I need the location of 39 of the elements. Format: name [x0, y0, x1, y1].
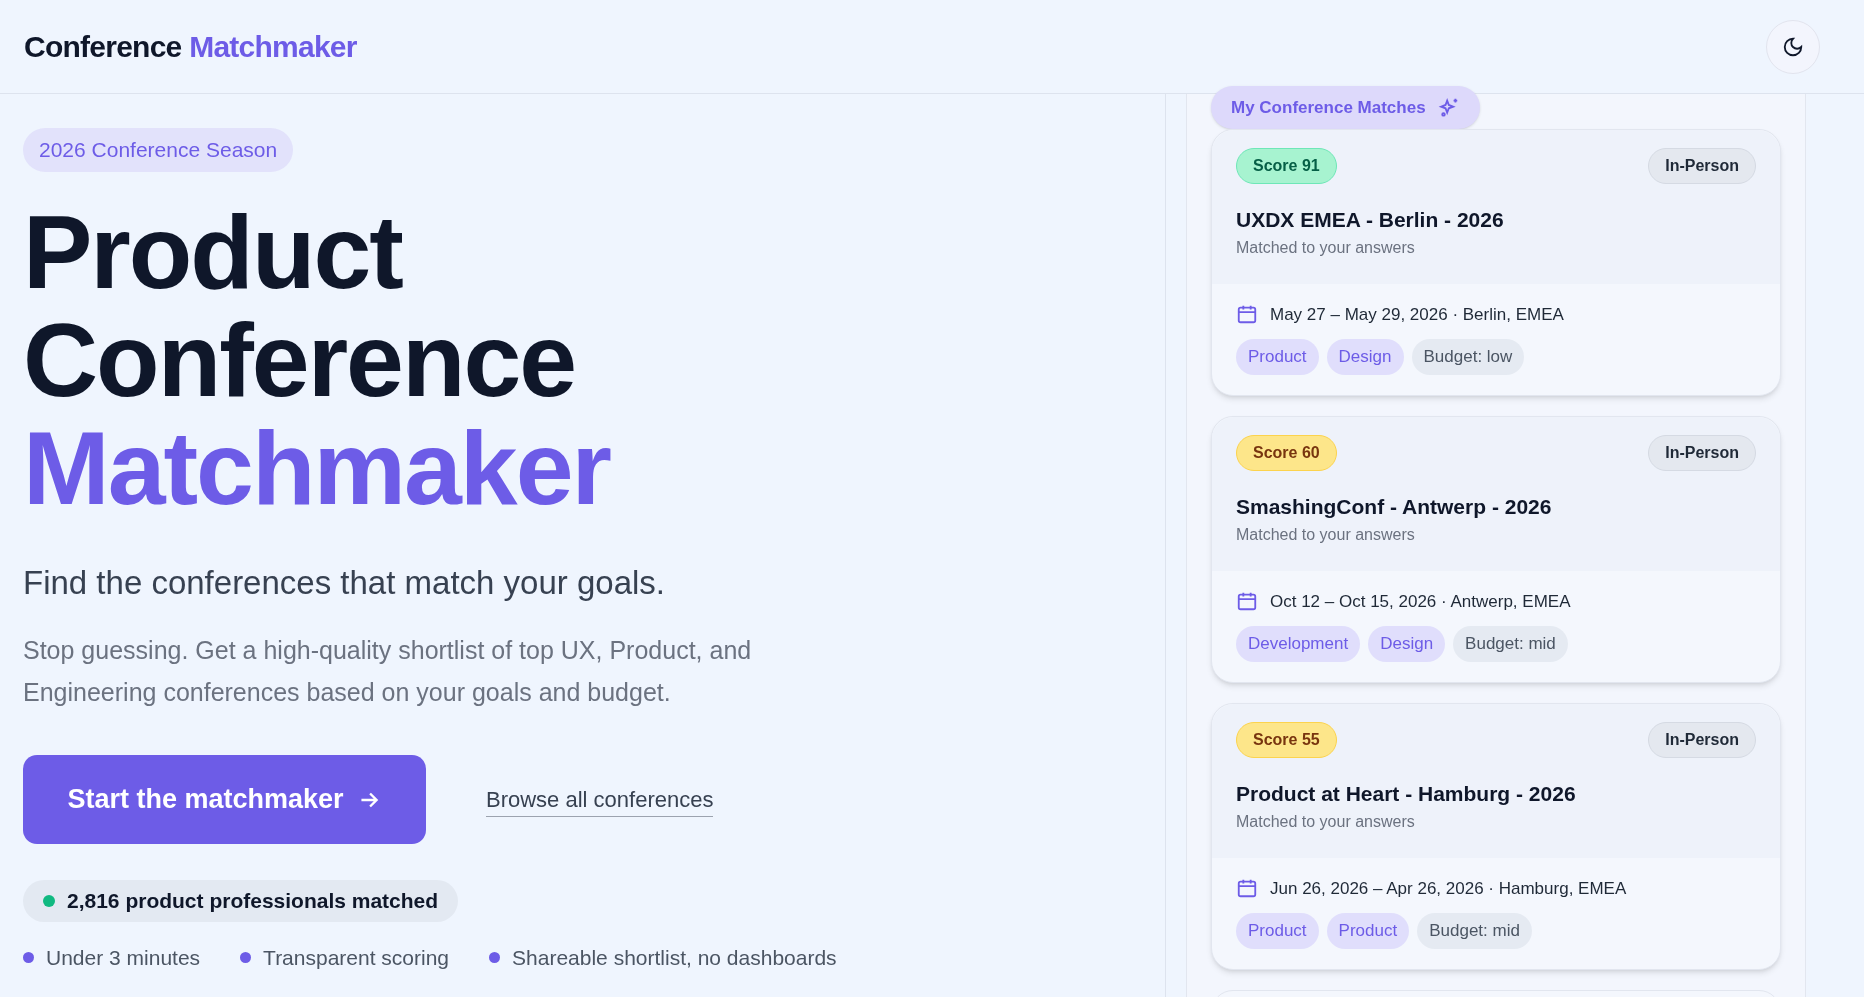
score-badge: Score 91: [1236, 148, 1337, 184]
date-location-text: May 27 – May 29, 2026 · Berlin, EMEA: [1270, 303, 1564, 326]
tag-chip: Budget: low: [1411, 339, 1525, 375]
format-badge: In-Person: [1648, 148, 1756, 184]
season-badge: 2026 Conference Season: [23, 128, 294, 172]
date-location-text: Oct 12 – Oct 15, 2026 · Antwerp, EMEA: [1270, 590, 1571, 613]
hero-description: Stop guessing. Get a high-quality shortlist of top UX, Product, and Engineering conferences based on your goals and budget.: [23, 635, 753, 708]
conference-name: SmashingConf - Antwerp - 2026: [1236, 494, 1553, 520]
format-badge: In-Person: [1648, 435, 1756, 471]
brand-logo[interactable]: Conference Matchmaker: [24, 24, 357, 69]
tag-chip: Budget: mid: [1417, 913, 1532, 949]
start-matchmaker-button[interactable]: Start the matchmaker: [23, 755, 426, 844]
conference-card[interactable]: Score 55 In-Person Product at Heart - Hamburg - 2026 Matched to your answers Jun 26, 2026 – Apr 26, 2026 · Hamburg, EMEA Product Product Budget: mid: [1211, 703, 1781, 970]
feature-text: Shareable shortlist, no dashboards: [512, 945, 837, 971]
date-location-text: Jun 26, 2026 – Apr 26, 2026 · Hamburg, EMEA: [1270, 877, 1627, 900]
conference-card[interactable]: Score 91 In-Person UXDX EMEA - Berlin - 2026 Matched to your answers May 27 – May 29, 2026 · Berlin, EMEA Product Design Budget: low: [1211, 129, 1781, 396]
tag-chip: Budget: mid: [1453, 626, 1568, 662]
conference-card[interactable]: Score 60 In-Person SmashingConf - Antwerp - 2026 Matched to your answers Oct 12 – Oct 15, 2026 · Antwerp, EMEA Development Design Budget: mid: [1211, 416, 1781, 683]
hero-title: Product Conference Matchmaker: [23, 197, 612, 522]
tag-chip: Product: [1236, 339, 1319, 375]
match-note: Matched to your answers: [1236, 237, 1416, 258]
tag-chip: Product: [1236, 913, 1319, 949]
format-badge: In-Person: [1648, 722, 1756, 758]
hero-subtitle: Find the conferences that match your goals.: [23, 562, 667, 603]
score-badge: Score 60: [1236, 435, 1337, 471]
matches-title-pill: My Conference Matches: [1211, 86, 1480, 129]
conference-name: UXDX EMEA - Berlin - 2026: [1236, 207, 1505, 233]
match-note: Matched to your answers: [1236, 524, 1416, 545]
tag-chip: Design: [1326, 339, 1404, 375]
tag-chip: Development: [1236, 626, 1361, 662]
tag-chip: Design: [1368, 626, 1446, 662]
conference-name: Product at Heart - Hamburg - 2026: [1236, 781, 1577, 807]
match-note: Matched to your answers: [1236, 811, 1416, 832]
feature-text: Transparent scoring: [263, 945, 450, 971]
matched-count-text: 2,816 product professionals matched: [67, 888, 439, 915]
browse-conferences-link[interactable]: Browse all conferences: [486, 782, 714, 817]
feature-text: Under 3 minutes: [46, 945, 201, 971]
score-badge: Score 55: [1236, 722, 1337, 758]
tag-chip: Product: [1326, 913, 1410, 949]
